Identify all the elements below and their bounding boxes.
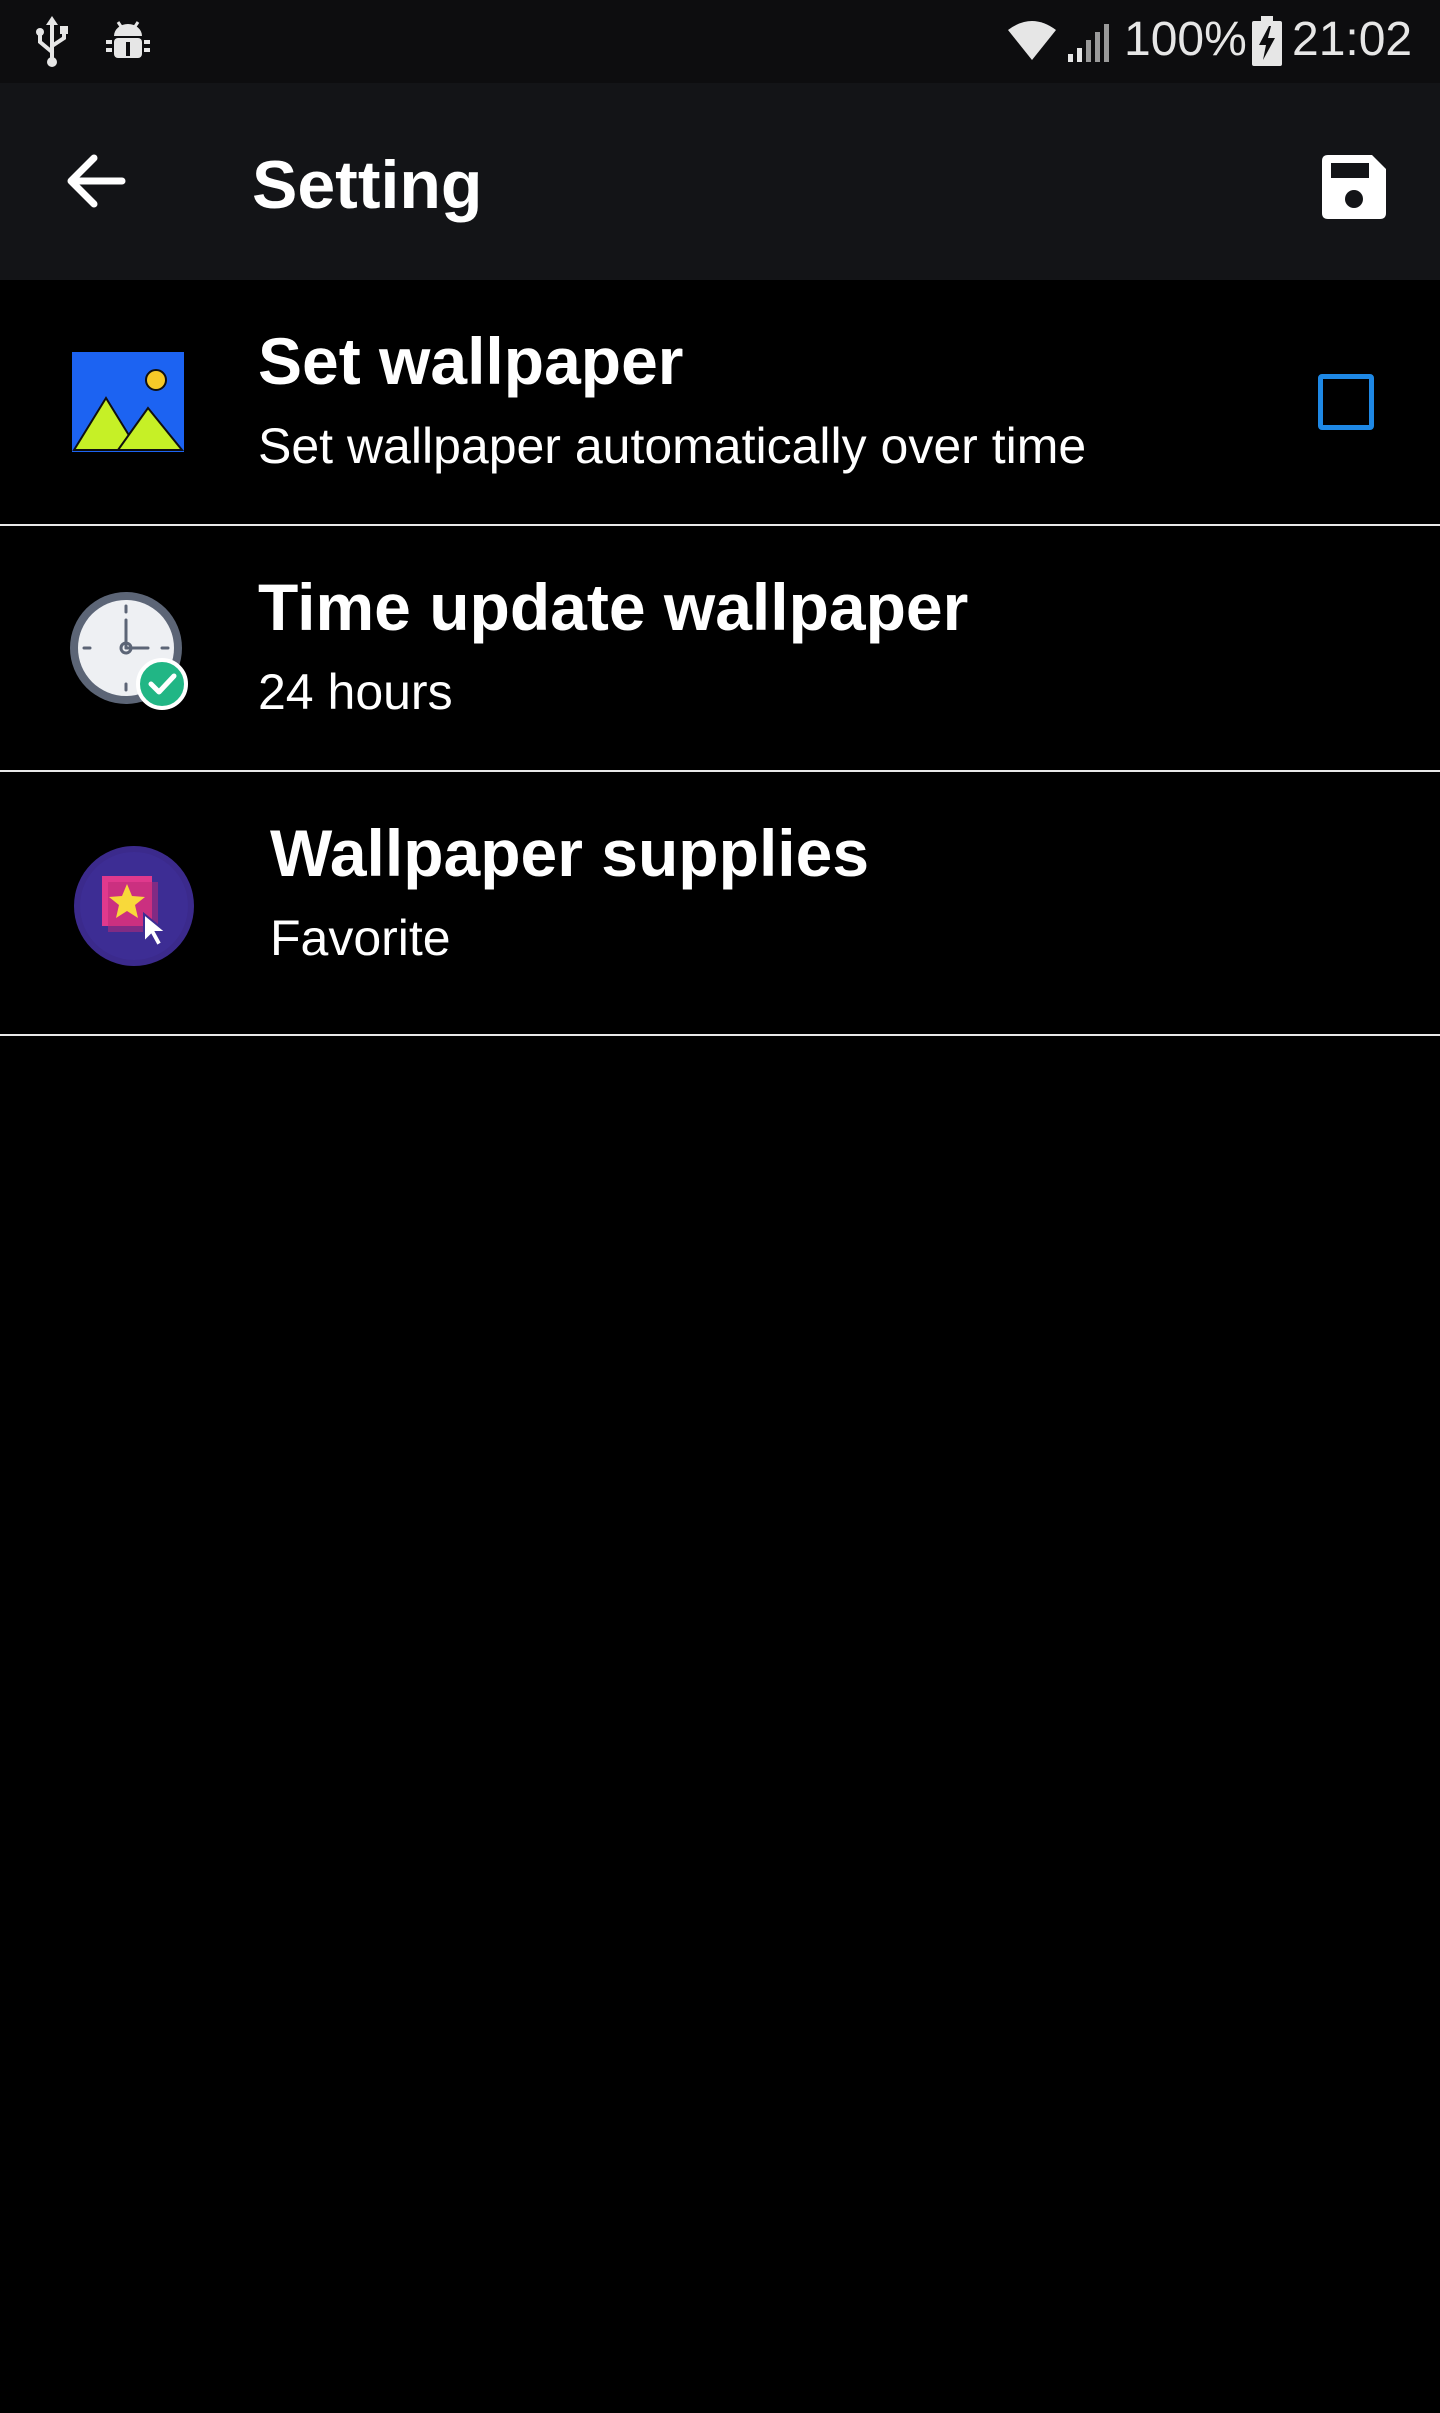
app-bar: Setting [0,83,1440,280]
setting-subtitle: Favorite [270,910,451,966]
setting-item-set-wallpaper[interactable]: Set wallpaper Set wallpaper automaticall… [0,280,1440,526]
setting-subtitle: Set wallpaper automatically over time [258,418,1087,474]
setting-subtitle: 24 hours [258,664,453,720]
arrow-left-icon [66,153,126,214]
usb-icon [32,16,72,73]
wifi-icon [1006,20,1058,67]
setting-title: Set wallpaper [258,324,684,398]
save-button[interactable] [1306,141,1402,237]
android-debug-icon [104,18,152,71]
picture-landscape-icon [72,352,185,457]
setting-item-time-update[interactable]: Time update wallpaper 24 hours [0,526,1440,772]
status-bar: 100% 21:02 [0,0,1440,83]
battery-charging-icon [1252,16,1282,71]
clock-check-icon [68,590,192,719]
set-wallpaper-checkbox[interactable] [1318,374,1374,430]
setting-item-wallpaper-supplies[interactable]: Wallpaper supplies Favorite [0,772,1440,1036]
floppy-disk-icon [1322,154,1386,224]
page-title: Setting [252,147,483,223]
back-button[interactable] [48,135,144,231]
star-picture-cursor-icon [72,844,196,973]
battery-level: 100% [1124,13,1247,66]
clock-time: 21:02 [1292,13,1413,66]
signal-icon [1066,20,1114,69]
setting-title: Time update wallpaper [258,570,969,644]
setting-title: Wallpaper supplies [270,816,870,890]
